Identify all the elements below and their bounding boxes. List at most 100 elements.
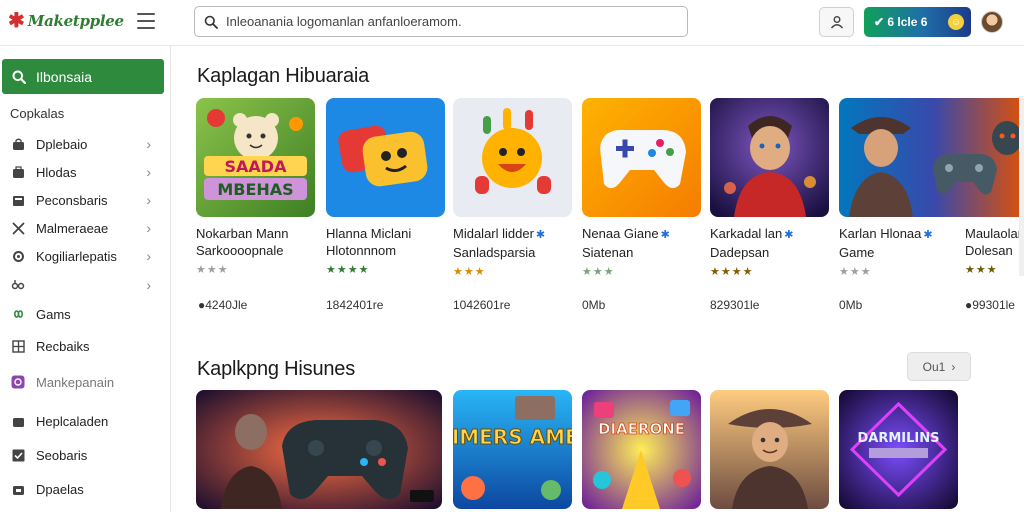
sidebar-item-label: Heplcaladen: [36, 413, 109, 429]
search-icon: [12, 70, 26, 84]
search-input[interactable]: [226, 14, 666, 29]
sidebar-item-9[interactable]: Mankepanain: [0, 369, 165, 395]
brand-logo[interactable]: ✱ Maketpplee: [8, 10, 124, 32]
verified-badge-icon: ✱: [660, 229, 670, 241]
rating-stars: ★★★: [196, 264, 229, 276]
svg-text:MBEHAS: MBEHAS: [217, 180, 293, 199]
sidebar-item-label: Hlodas: [36, 164, 77, 180]
app-thumbnail[interactable]: [582, 98, 701, 217]
main-content: Kaplagan Hibuaraia SAADA MBEHAS Nokarban…: [172, 46, 1024, 512]
app-thumbnail[interactable]: [326, 98, 445, 217]
settings-icon: [10, 248, 26, 264]
infinity-icon: [10, 306, 26, 322]
app-title: Nenaa Giane ✱: [582, 226, 670, 241]
sidebar-item-label: Malmeraeae: [36, 220, 109, 236]
wallet-button-label: ✔ 6 lcle 6: [874, 15, 928, 29]
app-subtitle: Dolesan: [965, 243, 1013, 258]
rating-stars: ★★★★: [326, 264, 370, 276]
app-card[interactable]: Karkadal lan ✱ Dadepsan ★★★★: [710, 98, 829, 279]
verified-badge-icon: ✱: [535, 229, 546, 241]
banner-text: DARMILINS: [858, 431, 940, 446]
scrollbar[interactable]: [1019, 96, 1024, 276]
app-title: Nokarban Mann: [196, 226, 289, 241]
sidebar-item-label: Seobaris: [36, 447, 88, 463]
search-icon: [204, 15, 218, 29]
wallet-button[interactable]: ✔ 6 lcle 6 ☺: [864, 7, 971, 37]
sidebar-section-title: Copkalas: [10, 106, 65, 121]
rating-stars: ★★★★: [710, 266, 754, 278]
check-icon: [10, 447, 26, 463]
app-card[interactable]: SAADA MBEHAS Nokarban Mann Sarkoooopnale…: [196, 98, 315, 277]
user-icon: [830, 16, 843, 29]
banner-text: DIAERONE: [598, 420, 685, 438]
link-icon: [10, 277, 26, 293]
app-title: Hlanna Miclani: [326, 226, 412, 241]
app-thumbnail[interactable]: [453, 98, 572, 217]
chevron-right-icon: ›: [951, 359, 956, 374]
sidebar-item-games[interactable]: Gams: [0, 301, 165, 327]
see-more-label: Ou1: [922, 359, 946, 374]
sidebar-item-12[interactable]: Dpaelas: [0, 476, 165, 502]
bag-icon: [10, 413, 26, 429]
account-button[interactable]: [819, 7, 854, 37]
game-banner[interactable]: MIMERS AMES: [453, 390, 572, 509]
sidebar-item-label: Peconsbaris: [36, 192, 108, 208]
app-size: ●99301le: [965, 298, 1015, 312]
chevron-right-icon: ›: [146, 220, 151, 236]
see-more-button[interactable]: Ou1 ›: [907, 352, 971, 381]
sidebar-item-4[interactable]: Malmeraeae ›: [0, 215, 165, 241]
sidebar-item-8[interactable]: Recbaiks: [0, 333, 165, 359]
app-subtitle: Sanladsparsia: [453, 245, 536, 260]
app-size: ●4240Jle: [198, 298, 248, 312]
app-size: 0Mb: [839, 298, 863, 312]
sidebar-item-label: Recbaiks: [36, 338, 90, 354]
sidebar-item-2[interactable]: Hlodas ›: [0, 159, 165, 185]
chevron-right-icon: ›: [146, 277, 151, 293]
game-banner[interactable]: DARMILINS: [839, 390, 958, 509]
app-title: Karkadal lan ✱: [710, 226, 794, 241]
app-window: ✱ Maketpplee ✔ 6 lcle 6 ☺ Ilbonsaia Copk…: [0, 0, 1024, 512]
search-bar[interactable]: [194, 6, 688, 37]
bag-icon: [10, 136, 26, 152]
sidebar-active-label: Ilbonsaia: [36, 68, 93, 85]
purple-app-icon: [10, 374, 26, 390]
bag-icon: [10, 481, 26, 497]
game-banner[interactable]: DIAERONE: [582, 390, 701, 509]
avatar[interactable]: [981, 11, 1003, 33]
sidebar-item-5[interactable]: Kogiliarlepatis ›: [0, 243, 165, 269]
sidebar-item-6[interactable]: ›: [0, 272, 165, 298]
svg-text:SAADA: SAADA: [225, 157, 288, 176]
rating-stars: ★★★: [453, 266, 486, 278]
brand-name: Maketpplee: [27, 12, 124, 30]
app-thumbnail[interactable]: SAADA MBEHAS: [196, 98, 315, 217]
section-title-1: Kaplagan Hibuaraia: [197, 65, 370, 87]
app-subtitle: Siatenan: [582, 245, 634, 260]
verified-badge-icon: ✱: [923, 229, 933, 241]
app-card[interactable]: Midalarl lidder ✱ Sanladsparsia ★★★: [453, 98, 572, 279]
grid-icon: [10, 338, 26, 354]
section-title-2: Kaplkpng Hisunes: [197, 358, 356, 380]
sidebar-item-label: Kogiliarlepatis: [36, 248, 117, 264]
app-subtitle: Hlotonnnom: [326, 243, 397, 258]
app-card[interactable]: Maulaolanl Dolesan ★★★: [965, 98, 1024, 277]
sidebar-item-10[interactable]: Heplcaladen: [0, 408, 165, 434]
chevron-right-icon: ›: [146, 192, 151, 208]
chevron-right-icon: ›: [146, 164, 151, 180]
app-thumbnail[interactable]: [710, 98, 829, 217]
sidebar-item-label: Dplebaio: [36, 136, 88, 152]
bag-icon: [10, 164, 26, 180]
game-banner[interactable]: [710, 390, 829, 509]
app-size: 1042601re: [453, 298, 511, 312]
sidebar-item-active[interactable]: Ilbonsaia: [2, 59, 164, 94]
game-banner[interactable]: [196, 390, 442, 509]
sidebar-item-11[interactable]: Seobaris: [0, 442, 165, 468]
chevron-right-icon: ›: [146, 136, 151, 152]
app-title: Midalarl lidder ✱: [453, 226, 546, 241]
hamburger-menu-icon[interactable]: [137, 13, 155, 29]
app-card[interactable]: Hlanna Miclani Hlotonnnom ★★★★: [326, 98, 445, 277]
banner-text: MIMERS AMES: [453, 425, 572, 449]
rating-stars: ★★★: [582, 266, 615, 278]
app-card[interactable]: Nenaa Giane ✱ Siatenan ★★★: [582, 98, 701, 279]
sidebar-item-3[interactable]: Peconsbaris ›: [0, 187, 165, 213]
sidebar-item-1[interactable]: Dplebaio ›: [0, 131, 165, 157]
